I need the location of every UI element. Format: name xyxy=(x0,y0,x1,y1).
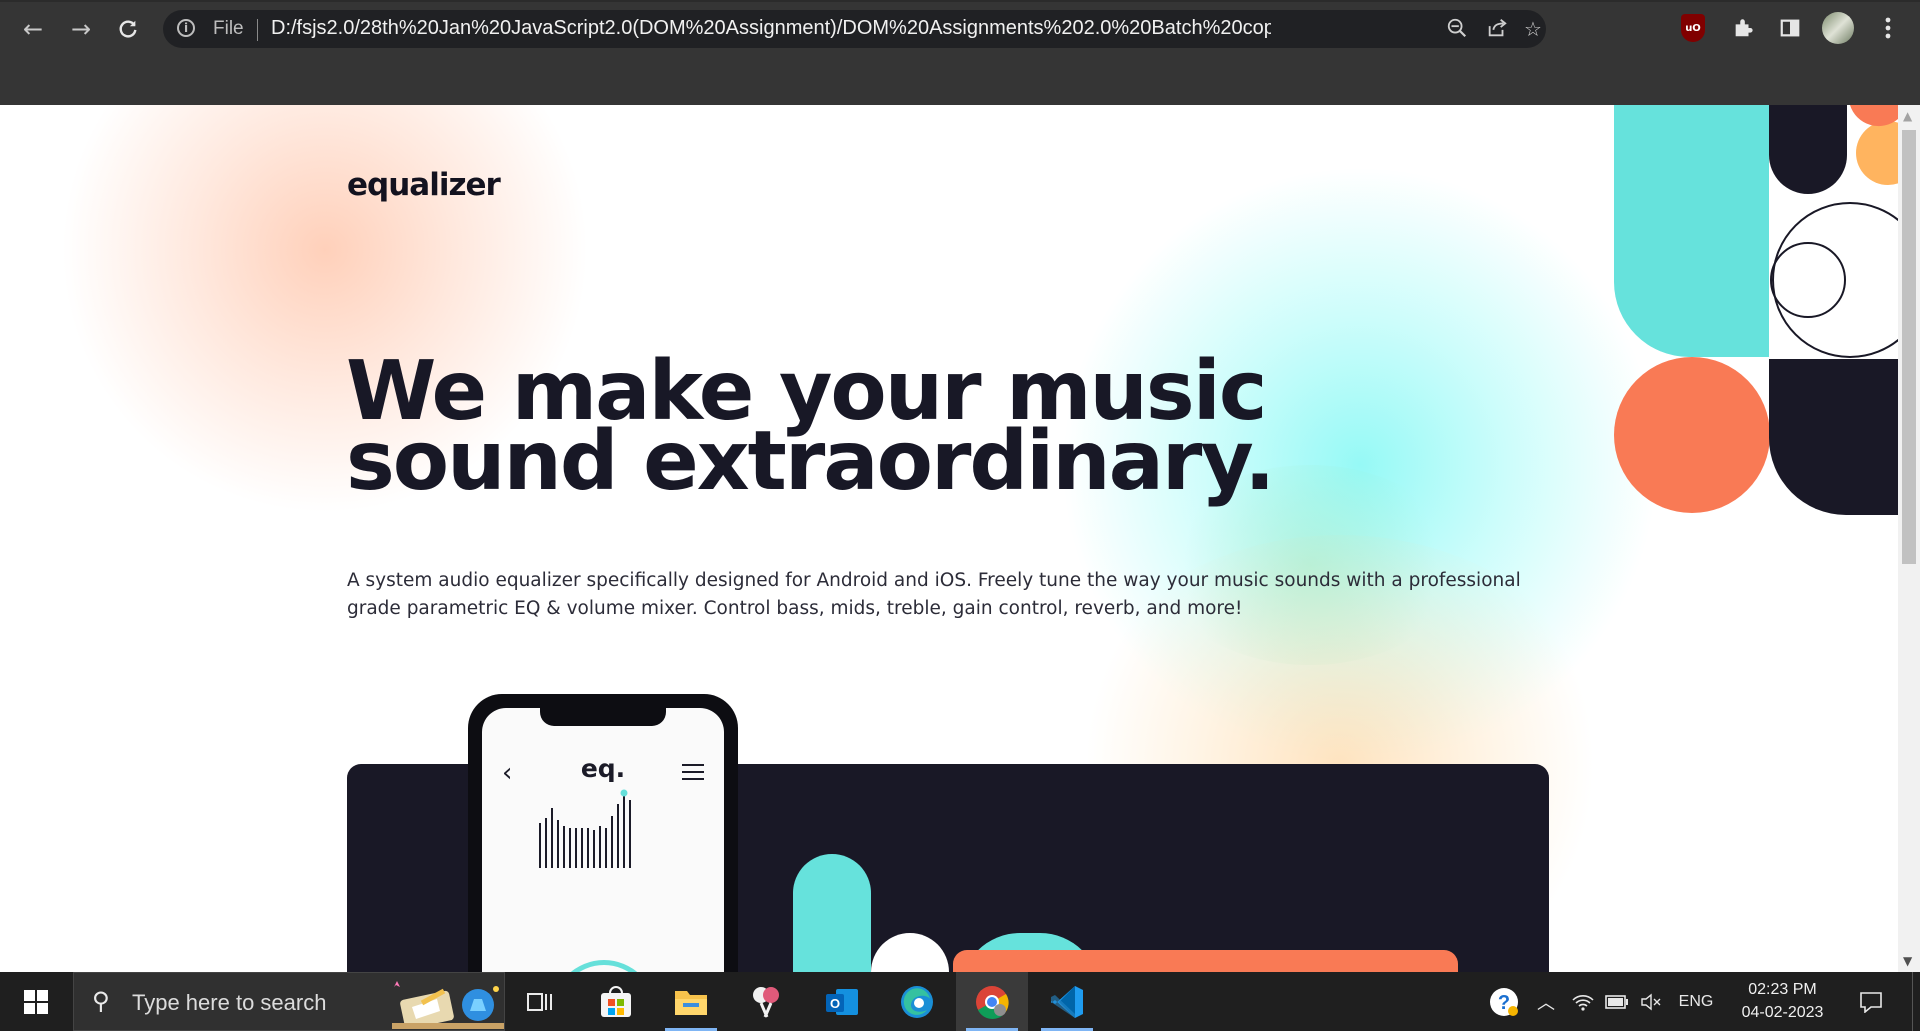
language-indicator[interactable]: ENG xyxy=(1670,972,1722,1031)
tab-strip xyxy=(0,0,1920,2)
outlook-icon[interactable]: O xyxy=(806,972,878,1031)
info-icon[interactable]: i xyxy=(177,19,195,37)
scroll-thumb[interactable] xyxy=(1902,130,1916,564)
browser-toolbar: ← → i File D:/fsjs2.0/28th%20Jan%20JavaS… xyxy=(0,0,1920,105)
task-view-icon[interactable] xyxy=(504,972,576,1031)
scheme-label: File xyxy=(213,18,244,39)
scroll-down-arrow-icon[interactable]: ▼ xyxy=(1903,954,1912,968)
dark-quarter-shape xyxy=(1769,359,1898,515)
show-hidden-icons-chevron-up-icon[interactable]: ︿ xyxy=(1532,972,1560,1031)
search-icon: ⚲ xyxy=(92,987,110,1015)
reload-icon[interactable] xyxy=(113,14,143,44)
site-logo[interactable]: equalizer xyxy=(347,167,501,203)
taskbar-search-input[interactable]: ⚲ Type here to search xyxy=(73,972,505,1031)
extensions-icon[interactable] xyxy=(1727,12,1759,44)
page-scrollbar[interactable]: ▲ ▼ xyxy=(1898,105,1920,972)
hero-headline: We make your music sound extraordinary. xyxy=(346,344,1275,509)
profile-avatar[interactable] xyxy=(1822,12,1854,44)
show-desktop-divider[interactable] xyxy=(1912,972,1913,1031)
scroll-up-arrow-icon[interactable]: ▲ xyxy=(1903,109,1912,123)
clock-date: 04-02-2023 xyxy=(1741,1004,1824,1021)
orange-circle-shape xyxy=(1856,121,1898,185)
chrome-icon[interactable] xyxy=(956,972,1028,1031)
star-icon[interactable]: ☆ xyxy=(1521,17,1545,41)
wifi-icon[interactable] xyxy=(1568,972,1598,1031)
back-arrow-icon[interactable]: ← xyxy=(18,14,48,44)
address-bar[interactable]: i File D:/fsjs2.0/28th%20Jan%20JavaScrip… xyxy=(163,10,1546,48)
page-viewport: equalizer We make your music sound extra… xyxy=(0,105,1898,972)
coral-top-shape xyxy=(1850,105,1898,127)
coral-circle-shape xyxy=(1614,357,1770,513)
clock[interactable]: 02:23 PM 04-02-2023 xyxy=(1725,978,1840,1024)
speaker-muted-icon[interactable] xyxy=(1636,972,1666,1031)
windows-start-icon[interactable] xyxy=(0,972,72,1031)
help-icon[interactable]: ? xyxy=(1484,972,1524,1031)
clock-time: 02:23 PM xyxy=(1748,981,1817,998)
zoom-icon[interactable] xyxy=(1445,17,1469,41)
search-placeholder: Type here to search xyxy=(132,990,327,1015)
outline-circle-large xyxy=(1772,202,1898,358)
divider xyxy=(257,19,258,41)
side-panel-icon[interactable] xyxy=(1774,12,1806,44)
ublock-icon[interactable]: uO xyxy=(1677,12,1709,44)
notification-icon[interactable] xyxy=(1848,972,1894,1031)
phone-mockup: ‹ eq. xyxy=(468,694,738,972)
microsoft-store-icon[interactable] xyxy=(580,972,652,1031)
decorative-shapes xyxy=(1614,105,1898,515)
teal-shape xyxy=(1614,105,1769,357)
forward-arrow-icon[interactable]: → xyxy=(66,14,96,44)
equalizer-bars xyxy=(539,789,631,868)
svg-text:O: O xyxy=(830,996,840,1011)
snipping-tool-icon[interactable] xyxy=(730,972,802,1031)
dark-pill-shape xyxy=(1769,105,1847,194)
vscode-icon[interactable] xyxy=(1031,972,1103,1031)
teal-pill-shape xyxy=(793,854,871,972)
file-explorer-icon[interactable] xyxy=(655,972,727,1031)
windows-taskbar: ⚲ Type here to search O ? ︿ ENG 02:23 PM… xyxy=(0,972,1920,1031)
outline-circle-small xyxy=(1770,242,1846,318)
search-highlight-illustration-icon xyxy=(392,981,504,1029)
url-text[interactable]: D:/fsjs2.0/28th%20Jan%20JavaScript2.0(DO… xyxy=(271,17,1271,40)
orange-bar-shape xyxy=(953,950,1458,972)
phone-screen: ‹ eq. xyxy=(482,708,724,972)
share-icon[interactable] xyxy=(1485,17,1509,41)
edge-icon[interactable] xyxy=(881,972,953,1031)
hero-description: A system audio equalizer specifically de… xyxy=(347,570,1521,619)
battery-icon[interactable] xyxy=(1602,972,1632,1031)
kebab-menu-icon[interactable] xyxy=(1872,12,1904,44)
